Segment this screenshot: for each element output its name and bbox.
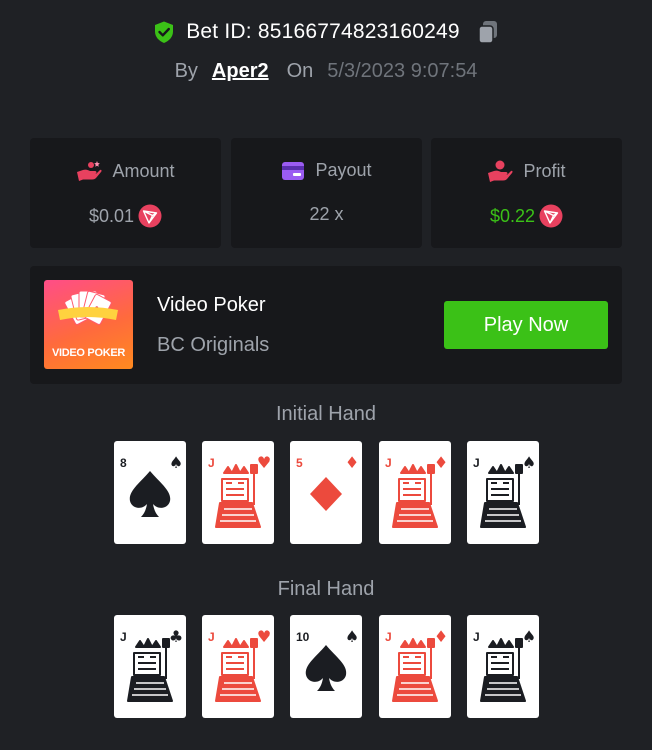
- playing-card: ♠ J: [467, 441, 539, 544]
- initial-hand-title: Initial Hand: [275, 403, 377, 425]
- card-icon: [281, 161, 305, 181]
- game-thumbnail[interactable]: ♥ ♥ ♥ ♥ ♥ VIDEO POKER: [44, 280, 133, 369]
- hearts-suit-icon: ♥: [257, 627, 271, 646]
- playing-card: ♣ J: [114, 615, 186, 718]
- profit-title: Profit: [523, 160, 566, 181]
- card-rank: 10: [296, 630, 310, 644]
- tron-coin-icon: [138, 204, 162, 228]
- spades-suit-icon: ♠: [345, 627, 359, 646]
- payout-box: Payout 22 x: [231, 138, 422, 248]
- copy-icon[interactable]: [476, 19, 500, 45]
- thumbnail-label: VIDEO POKER: [51, 347, 126, 359]
- playing-card: ♦ J: [379, 441, 451, 544]
- card-rank: J: [473, 630, 480, 644]
- spades-suit-icon: ♠: [169, 453, 183, 472]
- card-rank: 8: [120, 456, 127, 470]
- game-banner: ♥ ♥ ♥ ♥ ♥ VIDEO POKER Video Poker BC Ori…: [30, 266, 622, 384]
- amount-value: $0.01: [88, 205, 135, 226]
- amount-title: Amount: [112, 160, 175, 181]
- by-label: By: [174, 59, 198, 82]
- card-rank: J: [385, 630, 392, 644]
- clubs-suit-icon: ♣: [169, 627, 183, 646]
- card-rank: J: [208, 630, 215, 644]
- profit-box: Profit $0.22: [431, 138, 622, 248]
- final-hand-title: Final Hand: [277, 578, 375, 600]
- hand-money-icon: [487, 160, 514, 182]
- playing-card: ♠ 10: [290, 615, 362, 718]
- bet-meta: By Aper2 On 5/3/2023 9:07:54: [0, 56, 652, 86]
- profit-value: $0.22: [489, 205, 536, 226]
- play-now-button[interactable]: Play Now: [444, 301, 608, 349]
- bet-header: Bet ID: 85166774823160249: [0, 17, 652, 47]
- game-provider: BC Originals: [157, 334, 270, 356]
- card-rank: J: [120, 630, 127, 644]
- playing-card: ♠ 8: [114, 441, 186, 544]
- playing-card: ♥ J: [202, 615, 274, 718]
- amount-box: Amount $0.01: [30, 138, 221, 248]
- diamonds-suit-icon: ♦: [434, 627, 448, 646]
- bet-id: Bet ID: 85166774823160249: [186, 20, 460, 43]
- card-rank: J: [208, 456, 215, 470]
- hand-coins-icon: [76, 160, 102, 182]
- playing-card: ♦ 5: [290, 441, 362, 544]
- card-rank: 5: [296, 456, 303, 470]
- tron-coin-icon: [539, 204, 563, 228]
- bet-date: 5/3/2023 9:07:54: [327, 59, 478, 82]
- payout-value: 22 x: [309, 204, 344, 224]
- card-rank: J: [385, 456, 392, 470]
- hearts-suit-icon: ♥: [257, 453, 271, 472]
- game-name: Video Poker: [157, 294, 266, 316]
- spades-suit-icon: ♠: [522, 453, 536, 472]
- payout-title: Payout: [315, 160, 372, 180]
- user-link[interactable]: Aper2: [212, 60, 269, 83]
- playing-card: ♥ J: [202, 441, 274, 544]
- on-label: On: [286, 59, 314, 82]
- playing-card: ♠ J: [467, 615, 539, 718]
- spades-suit-icon: ♠: [522, 627, 536, 646]
- verified-shield-icon: [152, 20, 176, 44]
- diamonds-suit-icon: ♦: [345, 453, 359, 472]
- diamonds-suit-icon: ♦: [434, 453, 448, 472]
- playing-card: ♦ J: [379, 615, 451, 718]
- card-rank: J: [473, 456, 480, 470]
